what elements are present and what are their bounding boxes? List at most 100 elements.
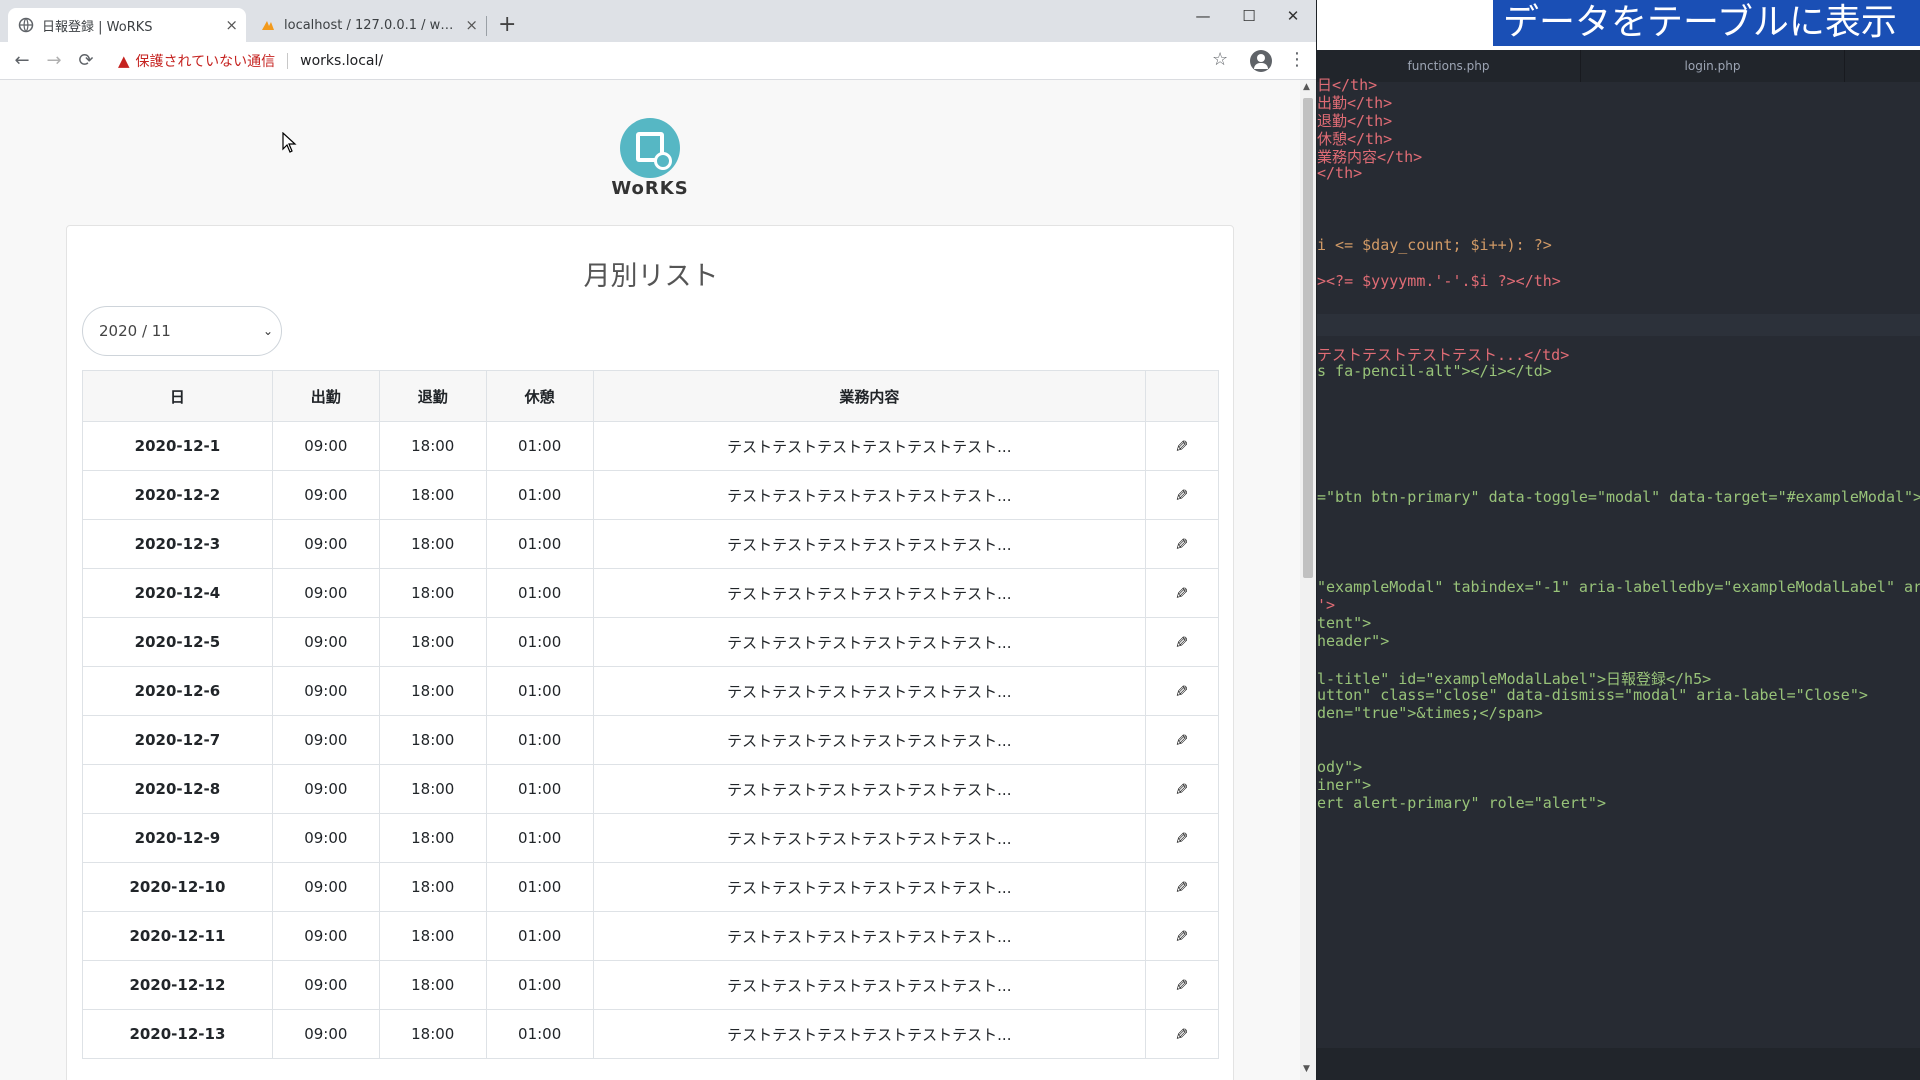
day-cell: 2020-12-2 xyxy=(82,470,273,520)
code-area[interactable]: 日</th> 出勤</th> 退勤</th> 休憩</th> 業務内容</th> </th… xyxy=(1317,76,1920,1052)
insecure-label[interactable]: 保護されていない通信 xyxy=(136,51,276,71)
header-content: 業務内容 xyxy=(592,370,1147,422)
clock-in-cell: 09:00 xyxy=(271,1009,380,1059)
pencil-icon[interactable]: ✎ xyxy=(1175,486,1188,505)
pencil-icon[interactable]: ✎ xyxy=(1175,829,1188,848)
code-line: den="true">&times;</span> xyxy=(1317,704,1543,722)
edit-cell: ✎ xyxy=(1145,715,1219,765)
break-cell: 01:00 xyxy=(485,813,594,863)
pencil-icon[interactable]: ✎ xyxy=(1175,584,1188,603)
table-row: 2020-12-6 09:00 18:00 01:00 テストテストテストテストテストテ… xyxy=(82,666,1219,716)
address-bar[interactable]: ▲ 保護されていない通信 works.local/ xyxy=(106,47,1236,75)
new-tab-button[interactable]: + xyxy=(498,12,516,38)
clock-in-cell: 09:00 xyxy=(271,813,380,863)
day-cell: 2020-12-7 xyxy=(82,715,273,765)
back-button[interactable]: ← xyxy=(10,49,34,73)
scroll-up-icon[interactable]: ▲ xyxy=(1303,82,1310,92)
pencil-icon[interactable]: ✎ xyxy=(1175,633,1188,652)
chevron-down-icon: ⌄ xyxy=(262,324,273,338)
break-cell: 01:00 xyxy=(485,519,594,569)
month-select[interactable]: 2020 / 11 ⌄ xyxy=(82,306,282,356)
forward-button[interactable]: → xyxy=(42,49,66,73)
reload-button[interactable]: ⟳ xyxy=(74,49,98,73)
content-cell: テストテストテストテストテストテスト... xyxy=(592,519,1147,569)
scroll-down-icon[interactable]: ▼ xyxy=(1303,1064,1310,1074)
day-cell: 2020-12-13 xyxy=(82,1009,273,1059)
clock-in-cell: 09:00 xyxy=(271,960,380,1010)
clock-out-cell: 18:00 xyxy=(378,1009,487,1059)
content-cell: テストテストテストテストテストテスト... xyxy=(592,911,1147,961)
tab-title: localhost / 127.0.0.1 / works / wo xyxy=(284,17,459,33)
clock-in-cell: 09:00 xyxy=(271,617,380,667)
day-cell: 2020-12-5 xyxy=(82,617,273,667)
tab-works[interactable]: 日報登録 | WoRKS × xyxy=(8,8,246,42)
pencil-icon[interactable]: ✎ xyxy=(1175,535,1188,554)
clock-out-cell: 18:00 xyxy=(378,421,487,471)
monthly-list-card: 月別リスト 2020 / 11 ⌄ 日 出勤 退勤 休憩 業務内容 2020-1… xyxy=(66,225,1234,1080)
pencil-icon[interactable]: ✎ xyxy=(1175,682,1188,701)
code-line: tent"> xyxy=(1317,614,1372,632)
break-cell: 01:00 xyxy=(485,666,594,716)
clock-in-cell: 09:00 xyxy=(271,519,380,569)
clock-out-cell: 18:00 xyxy=(378,568,487,618)
break-cell: 01:00 xyxy=(485,911,594,961)
clock-in-cell: 09:00 xyxy=(271,568,380,618)
header-edit xyxy=(1145,370,1219,422)
pencil-icon[interactable]: ✎ xyxy=(1175,437,1188,456)
content-cell: テストテストテストテストテストテスト... xyxy=(592,764,1147,814)
pencil-icon[interactable]: ✎ xyxy=(1175,780,1188,799)
clock-in-cell: 09:00 xyxy=(271,862,380,912)
pencil-icon[interactable]: ✎ xyxy=(1175,731,1188,750)
pencil-icon[interactable]: ✎ xyxy=(1175,1025,1188,1044)
clock-out-cell: 18:00 xyxy=(378,764,487,814)
day-cell: 2020-12-3 xyxy=(82,519,273,569)
profile-avatar-icon[interactable] xyxy=(1250,50,1272,72)
pencil-icon[interactable]: ✎ xyxy=(1175,878,1188,897)
table-row: 2020-12-4 09:00 18:00 01:00 テストテストテストテストテストテ… xyxy=(82,568,1219,618)
editor-status-bar xyxy=(1317,1048,1920,1080)
clock-in-cell: 09:00 xyxy=(271,911,380,961)
break-cell: 01:00 xyxy=(485,715,594,765)
scroll-thumb[interactable] xyxy=(1303,98,1313,578)
page-scrollbar[interactable]: ▲ ▼ xyxy=(1300,80,1316,1080)
maximize-button[interactable]: ☐ xyxy=(1226,4,1272,28)
table-row: 2020-12-11 09:00 18:00 01:00 テストテストテストテストテスト… xyxy=(82,911,1219,961)
close-tab-icon[interactable]: × xyxy=(465,16,478,34)
day-cell: 2020-12-6 xyxy=(82,666,273,716)
editor-tab-login[interactable]: login.php xyxy=(1581,50,1845,82)
clock-out-cell: 18:00 xyxy=(378,470,487,520)
edit-cell: ✎ xyxy=(1145,911,1219,961)
day-cell: 2020-12-4 xyxy=(82,568,273,618)
globe-icon xyxy=(18,17,34,33)
edit-cell: ✎ xyxy=(1145,519,1219,569)
code-line: ="btn btn-primary" data-toggle="modal" d… xyxy=(1317,488,1920,506)
mouse-cursor-icon xyxy=(282,132,297,153)
break-cell: 01:00 xyxy=(485,421,594,471)
close-window-button[interactable]: ✕ xyxy=(1270,4,1316,28)
bookmark-star-icon[interactable]: ☆ xyxy=(1212,49,1228,70)
clock-out-cell: 18:00 xyxy=(378,813,487,863)
content-cell: テストテストテストテストテストテスト... xyxy=(592,960,1147,1010)
clock-out-cell: 18:00 xyxy=(378,862,487,912)
tab-phpmyadmin[interactable]: localhost / 127.0.0.1 / works / wo × xyxy=(250,8,486,42)
code-line: ody"> xyxy=(1317,758,1363,776)
code-line: '> xyxy=(1317,596,1336,614)
minimize-button[interactable]: — xyxy=(1180,4,1226,28)
pencil-icon[interactable]: ✎ xyxy=(1175,927,1188,946)
url-text[interactable]: works.local/ xyxy=(300,53,383,69)
clock-out-cell: 18:00 xyxy=(378,617,487,667)
close-tab-icon[interactable]: × xyxy=(225,16,238,34)
code-line: header"> xyxy=(1317,632,1390,650)
code-line: "exampleModal" tabindex="-1" aria-labell… xyxy=(1317,578,1920,596)
active-line-highlight xyxy=(1317,314,1920,336)
browser-toolbar: ← → ⟳ ▲ 保護されていない通信 works.local/ ☆ ⋮ xyxy=(0,42,1316,80)
content-cell: テストテストテストテストテストテスト... xyxy=(592,813,1147,863)
edit-cell: ✎ xyxy=(1145,813,1219,863)
table-row: 2020-12-9 09:00 18:00 01:00 テストテストテストテストテストテ… xyxy=(82,813,1219,863)
pencil-icon[interactable]: ✎ xyxy=(1175,976,1188,995)
code-line: ert alert-primary" role="alert"> xyxy=(1317,794,1606,812)
break-cell: 01:00 xyxy=(485,764,594,814)
works-logo[interactable]: WoRKS xyxy=(610,118,690,199)
menu-kebab-icon[interactable]: ⋮ xyxy=(1288,49,1306,70)
table-row: 2020-12-3 09:00 18:00 01:00 テストテストテストテストテストテ… xyxy=(82,519,1219,569)
